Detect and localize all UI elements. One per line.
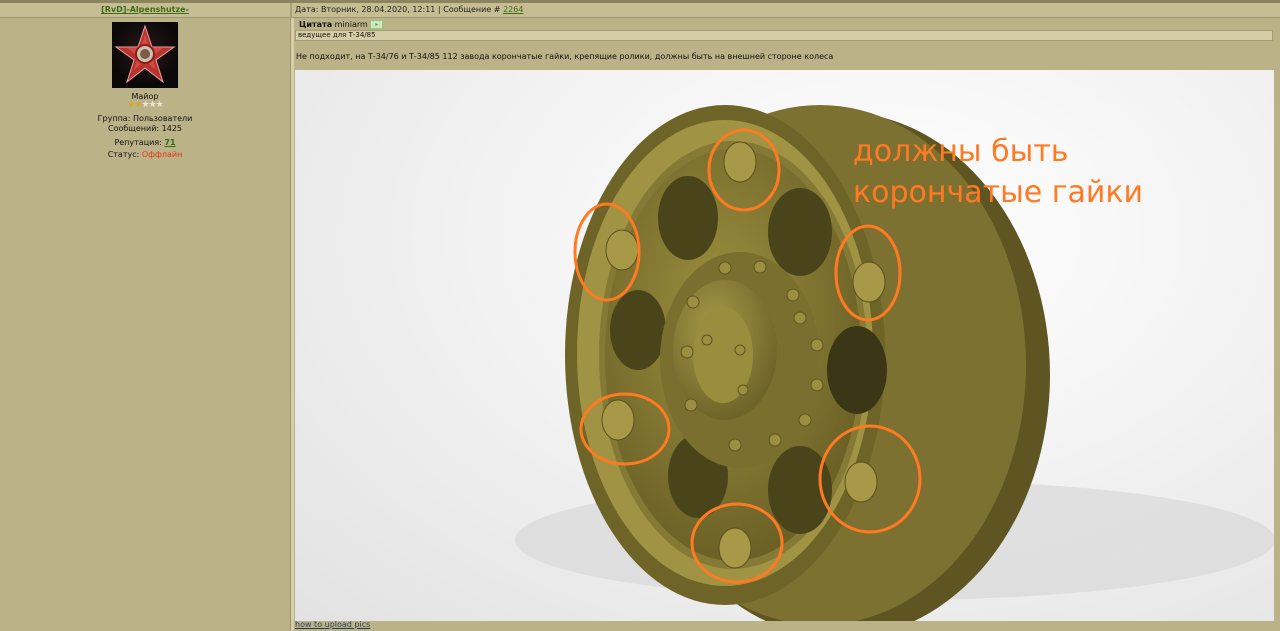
post-image[interactable]: должны быть корончатые гайки	[295, 70, 1274, 621]
road-wheel-render	[515, 105, 1274, 621]
post-content: Цитата miniarm ▸ ведущее для Т-34/85 Не …	[294, 18, 1280, 631]
reputation-label: Репутация:	[114, 138, 162, 147]
author-posts: Сообщений: 1425	[0, 124, 290, 134]
posts-value: 1425	[161, 124, 182, 133]
red-star-order-icon	[114, 24, 176, 84]
author-sidebar: Майор ★★★★★ Группа: Пользователи Сообщен…	[0, 18, 290, 631]
quote-label: Цитата	[299, 20, 333, 29]
group-value: Пользователи	[132, 114, 193, 123]
upload-pics-link[interactable]: how to upload pics	[295, 620, 370, 629]
annotation-line-1: должны быть	[853, 134, 1069, 169]
avatar	[112, 22, 178, 88]
post-header: [RvD]-Alpenshutze- Дата: Вторник, 28.04.…	[0, 3, 1280, 18]
author-group: Группа: Пользователи	[0, 114, 290, 124]
status-value: Оффлайн	[141, 150, 183, 159]
post-meta: Дата: Вторник, 28.04.2020, 12:11 | Сообщ…	[295, 5, 523, 14]
rank-stars: ★★★★★	[0, 100, 290, 110]
star-icon: ★	[155, 100, 164, 110]
author-reputation: Репутация: 71	[0, 138, 290, 148]
author-name-link[interactable]: [RvD]-Alpenshutze-	[0, 5, 290, 14]
star-icon: ★	[148, 100, 157, 110]
annotation-line-2: корончатые гайки	[853, 175, 1144, 210]
jump-to-quote-icon[interactable]: ▸	[370, 20, 384, 29]
quote-header: Цитата miniarm ▸	[299, 20, 384, 29]
group-label: Группа:	[97, 114, 131, 123]
status-label: Статус:	[107, 150, 140, 159]
reputation-link[interactable]: 71	[164, 138, 175, 147]
header-divider	[290, 3, 292, 17]
post-date: Дата: Вторник, 28.04.2020, 12:11 | Сообщ…	[295, 5, 501, 14]
star-icon: ★	[141, 100, 149, 110]
posts-label: Сообщений:	[108, 124, 160, 133]
post-body-text: Не подходит, на Т-34/76 и Т-34/85 112 за…	[296, 52, 834, 61]
post-number-link[interactable]: 2264	[503, 5, 523, 14]
quote-author: miniarm	[334, 20, 368, 29]
author-status: Статус: Оффлайн	[0, 150, 290, 160]
quote-text: ведущее для Т-34/85	[295, 30, 1273, 41]
